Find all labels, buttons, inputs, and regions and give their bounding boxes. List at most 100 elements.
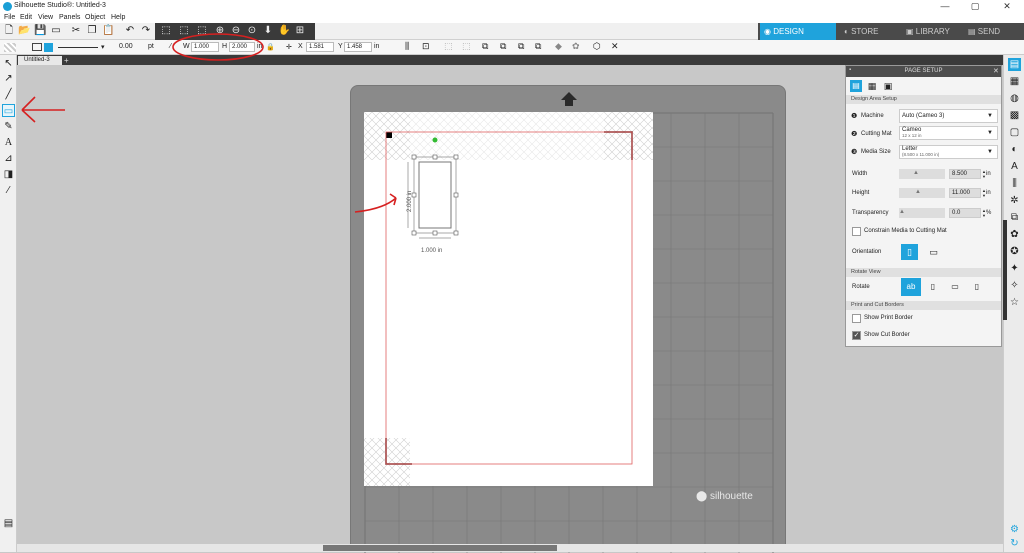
resize-handle-t[interactable] (432, 154, 438, 160)
menu-object[interactable]: Object (85, 14, 105, 21)
constrain-media-checkbox[interactable] (852, 227, 861, 236)
vertical-scrollbar[interactable] (1003, 220, 1007, 320)
replicate-panel-icon[interactable]: ⧉ (1008, 211, 1021, 224)
tab-send[interactable]: ▤ SEND (964, 23, 1022, 40)
undo-icon[interactable]: ↶ (124, 25, 136, 37)
group-shapes-icon[interactable]: ◆ (555, 41, 562, 52)
align-icon[interactable]: ⫼ (405, 41, 409, 52)
resize-handle-r[interactable] (453, 192, 459, 198)
text-style-icon[interactable]: A (1008, 160, 1021, 173)
select-all-icon[interactable]: ⬚ (160, 25, 172, 37)
panel-close-icon[interactable]: ✕ (993, 67, 999, 75)
resize-handle-br[interactable] (453, 230, 459, 236)
zoom-box-icon[interactable]: ⊙ (246, 25, 258, 37)
fill-swatch[interactable] (4, 43, 16, 52)
x-input[interactable]: 1.581 (306, 42, 334, 52)
tab-library[interactable]: ▣ LIBRARY (902, 23, 962, 40)
menu-view[interactable]: View (38, 14, 53, 21)
menu-file[interactable]: File (4, 14, 15, 21)
height-input[interactable]: 2.000 (229, 42, 255, 52)
show-print-border-checkbox[interactable] (852, 314, 861, 323)
point-edit-icon[interactable]: ↗ (2, 72, 15, 85)
zoom-out-icon[interactable]: ⊖ (230, 25, 242, 37)
menu-edit[interactable]: Edit (20, 14, 32, 21)
landscape-icon[interactable]: ▭ (925, 244, 942, 260)
delete-icon[interactable]: ✕ (611, 41, 619, 52)
close-button[interactable]: ✕ (992, 0, 1022, 13)
minimize-button[interactable]: — (930, 0, 960, 13)
zoom-in-icon[interactable]: ⊕ (214, 25, 226, 37)
paste-icon[interactable]: 📋 (102, 25, 114, 37)
scrollbar-thumb[interactable] (323, 545, 557, 551)
fill-color-icon[interactable]: ◍ (1008, 92, 1021, 105)
refresh-icon[interactable]: ↻ (1008, 537, 1021, 550)
rotate-270-icon[interactable]: ▯ (969, 278, 985, 296)
line-style-icon[interactable] (32, 43, 42, 51)
lock-ratio-icon[interactable]: ⁄ (170, 43, 171, 50)
tab-design[interactable]: ◉ DESIGN (760, 23, 836, 40)
rotate-handle[interactable] (432, 137, 438, 143)
maximize-button[interactable]: ▢ (960, 0, 990, 13)
rectangle-shape[interactable] (418, 161, 452, 229)
grid-tab-icon[interactable]: ▦ (866, 80, 878, 92)
star-icon[interactable]: ☆ (1008, 296, 1021, 309)
menu-help[interactable]: Help (111, 14, 125, 21)
new-icon[interactable]: 🗋 (3, 25, 15, 37)
sketch-icon[interactable]: ✧ (1008, 279, 1021, 292)
resize-handle-tl[interactable] (411, 154, 417, 160)
group-icon[interactable]: ⬚ (196, 25, 208, 37)
library-folder-icon[interactable]: ▤ (2, 517, 15, 530)
down-arrow-icon[interactable]: ⬇ (262, 25, 274, 37)
line-style-preview[interactable] (58, 47, 98, 48)
page-setup-icon[interactable]: ▤ (1008, 58, 1021, 71)
trace-icon[interactable]: ✦ (1008, 262, 1021, 275)
select-tool-icon[interactable]: ↖ (2, 57, 15, 70)
fill-pattern-icon[interactable]: ▩ (1008, 109, 1021, 122)
pan-hand-icon[interactable]: ✋ (278, 25, 290, 37)
resize-handle-bl[interactable] (411, 230, 417, 236)
width-input[interactable]: 1.000 (191, 42, 219, 52)
height-slider[interactable]: ▲ (899, 188, 945, 198)
cutting-mat-select[interactable]: Cameo 12 x 12 in ▼ (899, 126, 998, 140)
distribute-v-icon[interactable]: ⬚ (462, 41, 471, 52)
knife-tool-icon[interactable]: ⊿ (2, 152, 15, 165)
line-color-icon[interactable]: ▢ (1008, 126, 1021, 139)
page-tab-icon[interactable]: ▤ (850, 80, 862, 92)
resize-handle-b[interactable] (432, 230, 438, 236)
modify-icon[interactable]: ✿ (1008, 228, 1021, 241)
cut-icon[interactable]: ✂ (70, 25, 82, 37)
distribute-icon[interactable]: ⬚ (444, 41, 453, 52)
menu-panels[interactable]: Panels (59, 14, 80, 21)
eraser-tool-icon[interactable]: ◨ (2, 168, 15, 181)
line-tool-icon[interactable]: ╱ (2, 88, 15, 101)
rectangle-tool-icon[interactable]: ▭ (2, 104, 15, 117)
transform-icon[interactable]: ✲ (1008, 194, 1021, 207)
y-input[interactable]: 1.458 (344, 42, 372, 52)
height-input-panel[interactable]: 11.000 (949, 188, 981, 198)
panel-drag-icon[interactable]: ▪ (849, 67, 851, 73)
new-tab-icon[interactable]: + (64, 56, 69, 65)
fit-page-icon[interactable]: ⊞ (294, 25, 306, 37)
transparency-input[interactable]: 0.0 (949, 208, 981, 218)
show-cut-border-checkbox[interactable]: ✓ (852, 331, 861, 340)
eyedropper-icon[interactable]: ⁄ (2, 184, 15, 197)
save-all-icon[interactable]: ▭ (50, 25, 62, 37)
arrange-backward-icon[interactable]: ⧉ (535, 41, 541, 52)
arrange-front-icon[interactable]: ⧉ (482, 41, 488, 52)
line-color-swatch[interactable] (44, 43, 53, 52)
width-input-panel[interactable]: 8.500 (949, 169, 981, 179)
deselect-icon[interactable]: ⬚ (178, 25, 190, 37)
text-tool-icon[interactable]: A (2, 136, 15, 149)
doc-tab-untitled-3[interactable]: Untitled-3 (18, 56, 62, 65)
replicate-icon[interactable]: ✿ (572, 41, 580, 52)
machine-select[interactable]: Auto (Cameo 3) ▼ (899, 109, 998, 123)
settings-gear-icon[interactable]: ⚙ (1008, 523, 1021, 536)
3d-box-icon[interactable]: ⬡ (593, 41, 601, 52)
horizontal-scrollbar[interactable] (17, 544, 1003, 552)
tab-store[interactable]: ◐ STORE (840, 23, 900, 40)
line-dropdown-icon[interactable]: ▾ (101, 43, 105, 51)
reg-tab-icon[interactable]: ▣ (882, 80, 894, 92)
open-icon[interactable]: 📂 (18, 25, 30, 37)
arrange-forward-icon[interactable]: ⧉ (518, 41, 524, 52)
offset-icon[interactable]: ✪ (1008, 245, 1021, 258)
